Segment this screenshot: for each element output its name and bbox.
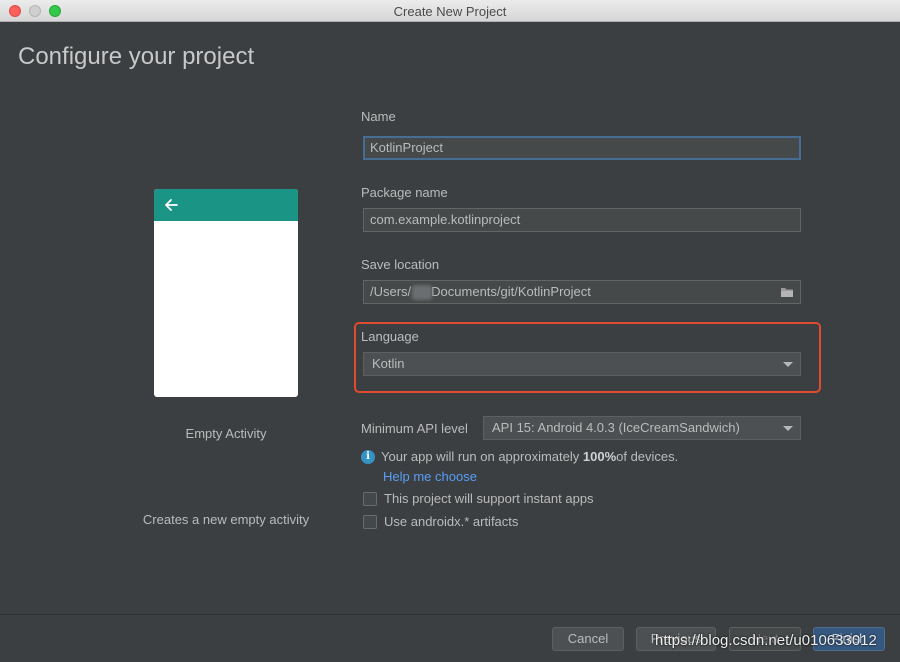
page-title: Configure your project — [18, 43, 255, 70]
template-description: Creates a new empty activity — [142, 512, 310, 527]
instant-apps-label: This project will support instant apps — [384, 491, 594, 506]
redacted-username — [412, 285, 432, 300]
min-api-value: API 15: Android 4.0.3 (IceCreamSandwich) — [492, 420, 740, 435]
name-label: Name — [361, 109, 396, 124]
androidx-label: Use androidx.* artifacts — [384, 514, 519, 529]
preview-toolbar — [154, 189, 298, 221]
save-location-prefix: /Users/ — [370, 284, 412, 299]
cancel-button[interactable]: Cancel — [552, 627, 624, 651]
min-api-dropdown[interactable]: API 15: Android 4.0.3 (IceCreamSandwich) — [483, 416, 801, 440]
window-title: Create New Project — [393, 4, 507, 19]
template-name: Empty Activity — [185, 426, 267, 441]
save-location-label: Save location — [361, 257, 440, 272]
package-name-label: Package name — [361, 185, 448, 200]
androidx-checkbox[interactable] — [363, 514, 377, 529]
info-suffix: of devices. — [616, 449, 679, 464]
package-name-input[interactable]: com.example.kotlinproject — [363, 208, 801, 232]
title-bar: Create New Project — [0, 0, 900, 22]
arrow-left-icon — [163, 197, 179, 218]
folder-icon[interactable] — [780, 286, 794, 301]
watermark: https://blog.csdn.net/u010633012 — [655, 632, 877, 649]
chevron-down-icon — [783, 426, 793, 431]
info-icon: i — [361, 449, 375, 464]
info-percent: 100% — [582, 449, 617, 464]
language-highlight-annotation — [354, 322, 821, 393]
name-input[interactable]: KotlinProject — [363, 136, 801, 160]
info-prefix: Your app will run on approximately — [381, 449, 580, 464]
save-location-suffix: Documents/git/KotlinProject — [431, 284, 591, 299]
instant-apps-checkbox-row[interactable]: This project will support instant apps — [363, 491, 594, 506]
min-api-label: Minimum API level — [361, 421, 468, 436]
device-coverage-info: i Your app will run on approximately 100… — [361, 449, 678, 464]
template-preview — [154, 189, 298, 397]
instant-apps-checkbox[interactable] — [363, 491, 377, 506]
androidx-checkbox-row[interactable]: Use androidx.* artifacts — [363, 514, 518, 529]
help-me-choose-link[interactable]: Help me choose — [383, 469, 477, 484]
